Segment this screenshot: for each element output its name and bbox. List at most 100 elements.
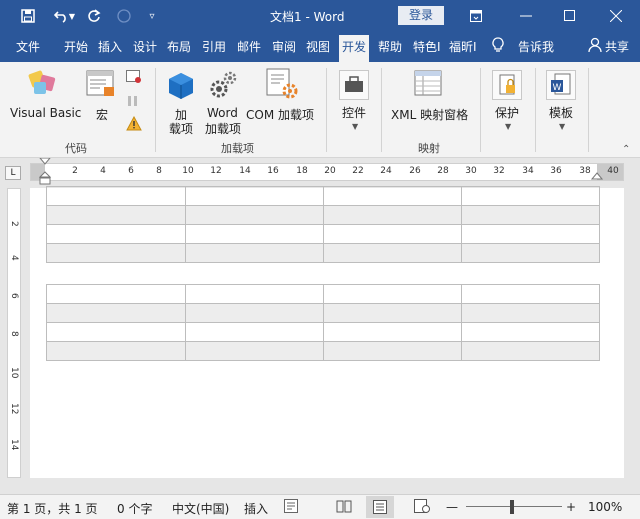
ruler-mark: 18 <box>296 166 308 176</box>
document-page[interactable] <box>30 186 624 478</box>
tab-developer[interactable]: 开发 <box>339 35 370 62</box>
web-layout-icon[interactable] <box>414 499 430 516</box>
ribbon-display-options-icon[interactable] <box>456 0 496 32</box>
insert-mode[interactable]: 插入 <box>244 500 268 517</box>
visual-basic-button[interactable]: Visual Basic <box>10 106 81 120</box>
ruler-mark: 34 <box>522 166 534 176</box>
ruler-mark: 22 <box>352 166 364 176</box>
controls-dropdown-icon[interactable]: ▼ <box>352 122 358 131</box>
tab-view[interactable]: 视图 <box>306 38 330 55</box>
template-icon[interactable]: W <box>546 70 576 100</box>
close-icon[interactable] <box>596 0 636 32</box>
ribbon-separator <box>480 68 481 152</box>
maximize-icon[interactable] <box>550 0 590 32</box>
template-button[interactable]: 模板 <box>549 104 573 121</box>
tell-me-search[interactable]: 告诉我 <box>518 38 554 55</box>
protect-dropdown-icon[interactable]: ▼ <box>505 122 511 131</box>
protect-button[interactable]: 保护 <box>495 104 519 121</box>
tab-references[interactable]: 引用 <box>202 38 226 55</box>
ruler-mark: 8 <box>156 166 162 176</box>
vertical-ruler[interactable]: 2 4 6 8 10 12 14 <box>7 188 21 478</box>
word-addins-button[interactable]: Word <box>207 106 238 120</box>
language[interactable]: 中文(中国) <box>172 500 229 517</box>
ruler-mark: 10 <box>182 166 194 176</box>
tab-file[interactable]: 文件 <box>16 38 40 55</box>
ribbon-tabs: 文件 开始 插入 设计 布局 引用 邮件 审阅 视图 开发 帮助 特色I 福昕I… <box>0 32 640 62</box>
zoom-slider[interactable] <box>466 506 562 507</box>
undo-dropdown-icon[interactable]: ▼ <box>66 0 78 32</box>
zoom-slider-thumb[interactable] <box>510 500 514 514</box>
ruler-mark: 36 <box>550 166 562 176</box>
group-label-mapping: 映射 <box>418 142 440 155</box>
macro-record-status-icon[interactable] <box>284 499 298 516</box>
status-bar: 第 1 页，共 1 页 0 个字 中文(中国) 插入 — + 100% <box>0 494 640 519</box>
ribbon-separator <box>326 68 327 152</box>
tab-selector[interactable]: L <box>5 166 21 180</box>
ruler-mark: 16 <box>267 166 279 176</box>
ribbon-separator <box>535 68 536 152</box>
tab-help[interactable]: 帮助 <box>378 38 402 55</box>
indent-markers-icon[interactable] <box>39 158 51 186</box>
macro-button[interactable]: 宏 <box>96 106 108 123</box>
vruler-mark: 4 <box>9 255 19 261</box>
login-button[interactable]: 登录 <box>398 6 444 25</box>
collapse-ribbon-icon[interactable]: ⌃ <box>622 144 630 155</box>
word-count[interactable]: 0 个字 <box>117 500 152 517</box>
table-2[interactable] <box>46 284 600 361</box>
group-label-addins: 加载项 <box>221 142 254 155</box>
tab-review[interactable]: 审阅 <box>272 38 296 55</box>
protect-icon[interactable] <box>492 70 522 100</box>
record-macro-icon[interactable] <box>126 70 142 87</box>
zoom-out-button[interactable]: — <box>446 500 458 514</box>
pause-recording-icon <box>126 94 142 111</box>
vruler-mark: 10 <box>9 367 19 379</box>
addins-cube-icon[interactable] <box>168 72 194 103</box>
title-bar: ▼ ▿ 文档1 - Word 登录 <box>0 0 640 32</box>
vruler-mark: 2 <box>9 221 19 227</box>
print-layout-icon[interactable] <box>366 496 394 518</box>
save-icon[interactable] <box>14 0 42 32</box>
horizontal-ruler[interactable]: 2 4 6 8 10 12 14 16 18 20 22 24 26 28 30… <box>30 158 624 185</box>
customize-toolbar-icon[interactable]: ▿ <box>138 0 166 32</box>
ruler-mark: 14 <box>239 166 251 176</box>
com-addins-icon[interactable] <box>266 68 298 103</box>
vruler-mark: 14 <box>9 439 19 451</box>
tab-mailings[interactable]: 邮件 <box>237 38 261 55</box>
tab-foxit[interactable]: 福昕I <box>449 38 477 55</box>
visual-basic-icon[interactable] <box>28 68 60 101</box>
tab-layout[interactable]: 布局 <box>167 38 191 55</box>
com-addins-button[interactable]: COM 加载项 <box>246 106 314 123</box>
ruler-mark: 30 <box>465 166 477 176</box>
right-indent-icon[interactable] <box>591 172 603 182</box>
vruler-mark: 12 <box>9 403 19 415</box>
zoom-in-button[interactable]: + <box>566 500 576 514</box>
lightbulb-icon[interactable] <box>492 37 504 56</box>
xml-mapping-icon[interactable] <box>414 70 444 101</box>
controls-button[interactable]: 控件 <box>342 104 366 121</box>
touch-mode-icon[interactable] <box>110 0 138 32</box>
redo-icon[interactable] <box>80 0 108 32</box>
tab-special[interactable]: 特色I <box>413 38 441 55</box>
read-mode-icon[interactable] <box>336 499 352 516</box>
vertical-scrollbar[interactable] <box>624 186 640 492</box>
share-button[interactable]: 共享 <box>605 38 629 55</box>
macro-security-icon[interactable] <box>126 115 142 134</box>
ribbon-separator <box>155 68 156 152</box>
group-label-code: 代码 <box>65 142 87 155</box>
zoom-level[interactable]: 100% <box>588 500 622 514</box>
macro-icon[interactable] <box>86 70 118 103</box>
share-user-icon[interactable] <box>588 37 602 56</box>
xml-mapping-pane-button[interactable]: XML 映射窗格 <box>391 106 468 123</box>
template-dropdown-icon[interactable]: ▼ <box>559 122 565 131</box>
vruler-mark: 6 <box>9 293 19 299</box>
word-addins-gear-icon[interactable] <box>208 70 238 103</box>
ruler-mark: 2 <box>72 166 78 176</box>
minimize-icon[interactable] <box>506 0 546 32</box>
tab-design[interactable]: 设计 <box>133 38 157 55</box>
page-count[interactable]: 第 1 页，共 1 页 <box>7 500 98 517</box>
tab-insert[interactable]: 插入 <box>98 38 122 55</box>
controls-icon[interactable] <box>339 70 369 100</box>
table-1[interactable] <box>46 186 600 263</box>
tab-home[interactable]: 开始 <box>64 38 88 55</box>
word-addins-button-line2: 加载项 <box>205 122 242 136</box>
